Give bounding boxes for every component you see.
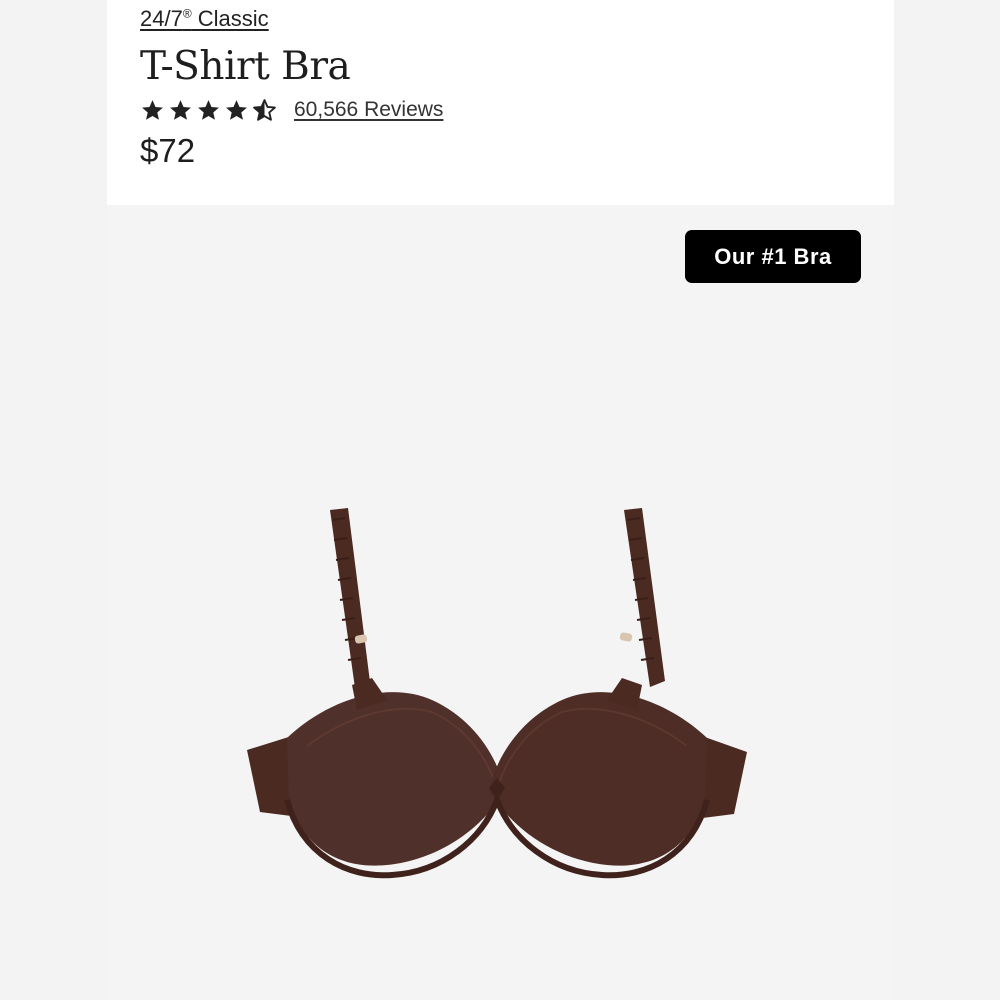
registered-mark: ® xyxy=(182,6,192,21)
product-header: 24/7® Classic T-Shirt Bra 60,566 Reviews xyxy=(107,0,894,205)
collection-suffix: Classic xyxy=(191,6,269,31)
page: 24/7® Classic T-Shirt Bra 60,566 Reviews xyxy=(0,0,1000,1000)
star-full-icon xyxy=(226,99,247,120)
bestseller-badge: Our #1 Bra xyxy=(685,230,861,283)
star-full-icon xyxy=(142,99,163,120)
left-margin xyxy=(0,0,107,1000)
star-rating[interactable] xyxy=(140,98,277,123)
collection-name: 24/7 xyxy=(140,6,183,31)
product-price: $72 xyxy=(140,132,196,169)
star-full-icon xyxy=(170,99,191,120)
rating-row: 60,566 Reviews xyxy=(140,96,443,124)
product-title: T-Shirt Bra xyxy=(140,44,351,89)
product-image-area[interactable]: Our #1 Bra xyxy=(107,205,894,1000)
right-margin xyxy=(894,0,1000,1000)
star-half-icon xyxy=(253,98,276,121)
reviews-link[interactable]: 60,566 Reviews xyxy=(294,98,443,122)
collection-link[interactable]: 24/7® Classic xyxy=(140,6,269,32)
bra-product-image xyxy=(247,508,747,879)
star-full-icon xyxy=(198,99,219,120)
product-card: 24/7® Classic T-Shirt Bra 60,566 Reviews xyxy=(107,0,894,1000)
